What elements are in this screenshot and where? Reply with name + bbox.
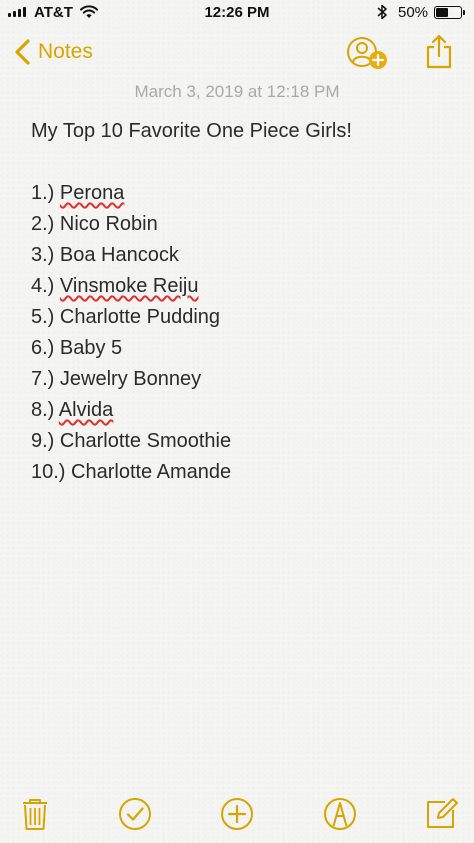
battery-icon (434, 6, 465, 19)
list-item-name: Jewelry Bonney (59, 368, 202, 390)
note-list: 1.) Perona 2.) Nico Robin 3.) Boa Hancock 4… (31, 178, 451, 488)
back-button-label: Notes (38, 40, 93, 63)
list-item: 6.) Baby 5 (31, 333, 451, 364)
add-people-icon[interactable] (344, 34, 392, 74)
bottom-toolbar (0, 790, 474, 840)
list-item: 5.) Charlotte Pudding (31, 302, 451, 333)
battery-percent: 50% (398, 4, 429, 21)
list-item-number: 7.) (31, 368, 60, 390)
list-item-name: Perona (59, 182, 125, 204)
back-to-notes-button[interactable]: Notes (12, 38, 93, 66)
list-item: 1.) Perona (31, 178, 451, 209)
status-bar: AT&T 12:26 PM 50% (0, 0, 474, 26)
list-item-number: 5.) (31, 306, 60, 328)
note-body[interactable]: My Top 10 Favorite One Piece Girls! 1.) … (31, 116, 451, 488)
list-item: 8.) Alvida (31, 395, 451, 426)
list-item-number: 1.) (31, 182, 60, 204)
list-item-number: 10.) (31, 461, 72, 483)
note-date: March 3, 2019 at 12:18 PM (134, 82, 340, 101)
list-item: 7.) Jewelry Bonney (31, 364, 451, 395)
list-item: 3.) Boa Hancock (31, 240, 451, 271)
list-item-name: Boa Hancock (59, 244, 179, 266)
list-item-number: 9.) (31, 430, 60, 452)
list-item: 4.) Vinsmoke Reiju (31, 271, 451, 302)
add-icon[interactable] (219, 796, 255, 832)
list-item-name: Charlotte Amande (71, 461, 232, 483)
list-item-name: Nico Robin (59, 213, 158, 235)
list-item-name: Charlotte Smoothie (59, 430, 232, 452)
list-item-number: 8.) (31, 399, 59, 421)
compose-icon[interactable] (423, 796, 459, 832)
note-title: My Top 10 Favorite One Piece Girls! (31, 120, 352, 142)
list-item-number: 3.) (31, 244, 60, 266)
list-item-name: Charlotte Pudding (59, 306, 221, 328)
battery-fill (436, 8, 448, 17)
bluetooth-icon (377, 4, 387, 20)
list-item-number: 2.) (31, 213, 60, 235)
list-item: 9.) Charlotte Smoothie (31, 426, 451, 457)
list-item: 10.) Charlotte Amande (31, 457, 451, 488)
list-item-name: Baby 5 (59, 337, 123, 359)
checklist-icon[interactable] (117, 796, 153, 832)
list-item-name: Vinsmoke Reiju (59, 275, 199, 297)
trash-icon[interactable] (17, 796, 53, 832)
list-item: 2.) Nico Robin (31, 209, 451, 240)
list-item-name: Alvida (58, 399, 114, 421)
list-item-number: 6.) (31, 337, 60, 359)
chevron-left-icon (15, 39, 30, 65)
list-item-number: 4.) (31, 275, 60, 297)
markup-icon[interactable] (322, 796, 358, 832)
share-icon[interactable] (424, 34, 454, 70)
